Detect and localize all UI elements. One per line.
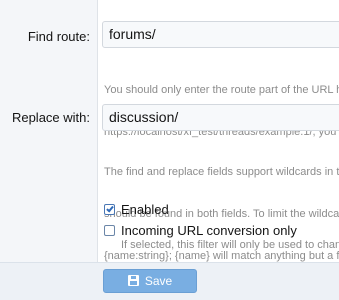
find-route-explain-line-1: You should only enter the route part of …	[104, 84, 339, 96]
save-button[interactable]: Save	[103, 269, 197, 293]
replace-with-label: Replace with:	[11, 110, 90, 125]
incoming-only-checkbox[interactable]	[104, 225, 115, 236]
replace-with-input[interactable]: discussion/	[102, 104, 339, 131]
enabled-checkbox[interactable]	[104, 204, 115, 215]
find-route-input[interactable]: forums/	[102, 21, 339, 48]
find-route-label: Find route:	[27, 29, 90, 44]
replace-with-explain-line-3: {name:string}; {name} will match anythin…	[104, 250, 339, 262]
incoming-only-label[interactable]: Incoming URL conversion only	[121, 223, 297, 238]
save-button-label: Save	[144, 274, 173, 288]
checkmark-icon	[106, 204, 114, 213]
incoming-only-hint: If selected, this filter will only be us…	[121, 239, 339, 251]
replace-with-explain-line-1: The find and replace fields support wild…	[104, 166, 339, 178]
form-footer: Save	[0, 262, 339, 300]
enabled-label[interactable]: Enabled	[121, 202, 169, 217]
floppy-disk-icon	[127, 275, 139, 286]
route-filter-form: Find route: forums/ You should only ente…	[0, 0, 339, 300]
